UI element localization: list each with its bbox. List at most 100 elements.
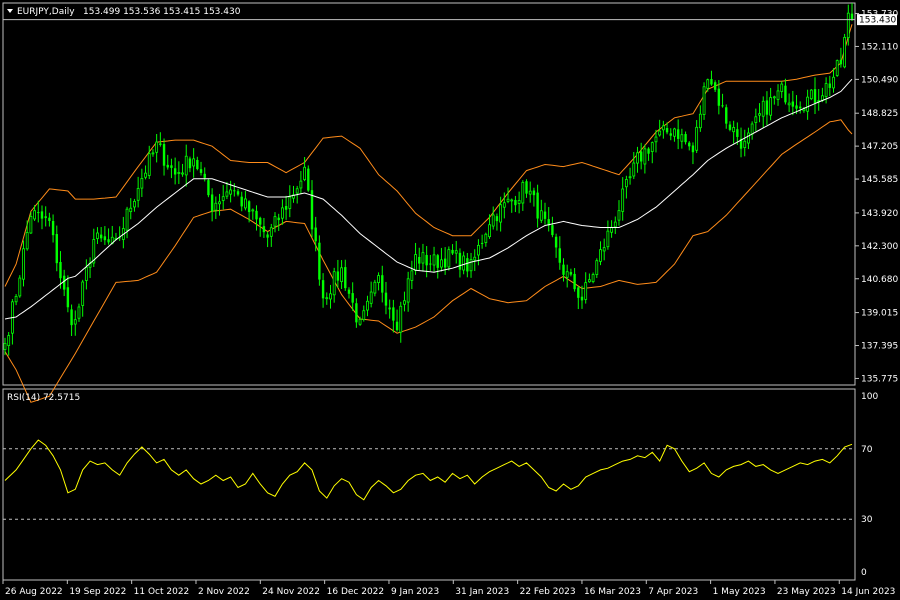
price-tick-label: 137.395 bbox=[861, 342, 898, 352]
candle-body bbox=[22, 248, 25, 280]
candle-body bbox=[203, 173, 206, 178]
candle-body bbox=[210, 194, 214, 212]
candle-body bbox=[569, 272, 573, 275]
candle-body bbox=[484, 233, 488, 243]
candle-body bbox=[761, 100, 765, 117]
candle-body bbox=[321, 280, 325, 299]
candle-body bbox=[665, 127, 669, 133]
candle-body bbox=[806, 96, 810, 112]
candle-body bbox=[255, 210, 258, 220]
candle-body bbox=[136, 188, 140, 201]
candle-body bbox=[710, 79, 713, 85]
candle-body bbox=[332, 271, 336, 296]
candle-body bbox=[284, 206, 288, 210]
candle-body bbox=[528, 190, 532, 195]
candle-body bbox=[769, 97, 773, 116]
candle-body bbox=[266, 234, 269, 238]
candle-body bbox=[795, 105, 798, 109]
candle-body bbox=[48, 217, 51, 221]
candle-body bbox=[591, 274, 595, 283]
price-tick-label: 148.825 bbox=[861, 109, 898, 119]
candle-body bbox=[698, 113, 702, 129]
candle-body bbox=[307, 168, 310, 191]
candle-body bbox=[573, 273, 576, 290]
ohlc-label: 153.499 153.536 153.415 153.430 bbox=[83, 7, 241, 17]
candle-body bbox=[488, 224, 491, 238]
candle-body bbox=[743, 140, 747, 148]
candle-body bbox=[799, 106, 802, 109]
candle-body bbox=[351, 293, 354, 303]
candle-body bbox=[506, 198, 510, 202]
x-tick-label: 2 Nov 2022 bbox=[198, 587, 250, 597]
x-tick-label: 9 Jan 2023 bbox=[391, 587, 439, 597]
candle-body bbox=[188, 158, 192, 169]
candle-body bbox=[839, 59, 843, 65]
candle-body bbox=[273, 216, 277, 227]
candle-body bbox=[144, 172, 147, 178]
candle-body bbox=[73, 319, 77, 325]
candle-body bbox=[525, 181, 528, 194]
candle-body bbox=[347, 289, 351, 294]
candle-body bbox=[377, 275, 380, 283]
candle-body bbox=[7, 335, 11, 347]
price-tick-label: 145.585 bbox=[861, 175, 898, 185]
candle-body bbox=[673, 128, 676, 137]
candle-body bbox=[613, 221, 617, 228]
x-tick-label: 11 Oct 2022 bbox=[134, 587, 190, 597]
symbol-label: EURJPY,Daily bbox=[17, 7, 75, 17]
candle-body bbox=[658, 130, 662, 136]
candle-body bbox=[262, 226, 266, 233]
candle-body bbox=[214, 202, 218, 211]
price-tick-label: 139.015 bbox=[861, 309, 898, 319]
candle-body bbox=[473, 256, 477, 261]
candle-body bbox=[277, 217, 280, 221]
candle-body bbox=[269, 227, 273, 237]
candle-body bbox=[809, 89, 813, 100]
candle-body bbox=[688, 142, 691, 147]
candle-body bbox=[736, 129, 739, 137]
candle-body bbox=[584, 282, 588, 300]
candle-body bbox=[388, 307, 391, 310]
candle-body bbox=[562, 264, 565, 275]
candle-body bbox=[639, 151, 643, 162]
x-tick-label: 26 Aug 2022 bbox=[5, 587, 63, 597]
candle-body bbox=[521, 182, 525, 204]
candle-body bbox=[173, 168, 177, 175]
candle-body bbox=[695, 126, 699, 151]
candle-body bbox=[624, 179, 628, 188]
candle-body bbox=[462, 255, 466, 271]
candle-body bbox=[155, 141, 159, 153]
candle-body bbox=[577, 287, 580, 298]
x-tick-label: 22 Feb 2023 bbox=[520, 587, 576, 597]
chart-root: 153.730152.110150.490148.825147.205145.5… bbox=[0, 0, 900, 600]
candle-body bbox=[502, 202, 506, 208]
candle-body bbox=[369, 291, 373, 304]
candle-body bbox=[850, 13, 854, 20]
x-tick-label: 14 Jun 2023 bbox=[841, 587, 895, 597]
candle-body bbox=[728, 124, 732, 130]
candle-body bbox=[225, 191, 229, 197]
rsi-tick-label: 70 bbox=[861, 445, 873, 455]
candle-body bbox=[247, 201, 251, 213]
candle-body bbox=[192, 158, 196, 167]
candle-body bbox=[684, 134, 687, 143]
candle-body bbox=[362, 310, 366, 320]
candle-body bbox=[650, 142, 654, 152]
candle-body bbox=[713, 82, 717, 90]
price-tick-label: 135.775 bbox=[861, 374, 898, 384]
rsi-tick-label: 0 bbox=[861, 568, 867, 578]
candle-body bbox=[355, 303, 358, 323]
candle-body bbox=[414, 254, 417, 271]
candle-body bbox=[706, 79, 710, 89]
candle-body bbox=[29, 216, 33, 234]
candle-body bbox=[177, 172, 181, 174]
candle-body bbox=[791, 101, 795, 107]
price-tick-label: 142.300 bbox=[861, 242, 898, 252]
candle-body bbox=[281, 207, 284, 219]
candle-body bbox=[702, 86, 706, 115]
candle-body bbox=[299, 180, 303, 189]
candle-body bbox=[843, 36, 847, 68]
candle-body bbox=[717, 88, 721, 106]
candle-body bbox=[469, 259, 473, 272]
candle-body bbox=[344, 267, 347, 289]
